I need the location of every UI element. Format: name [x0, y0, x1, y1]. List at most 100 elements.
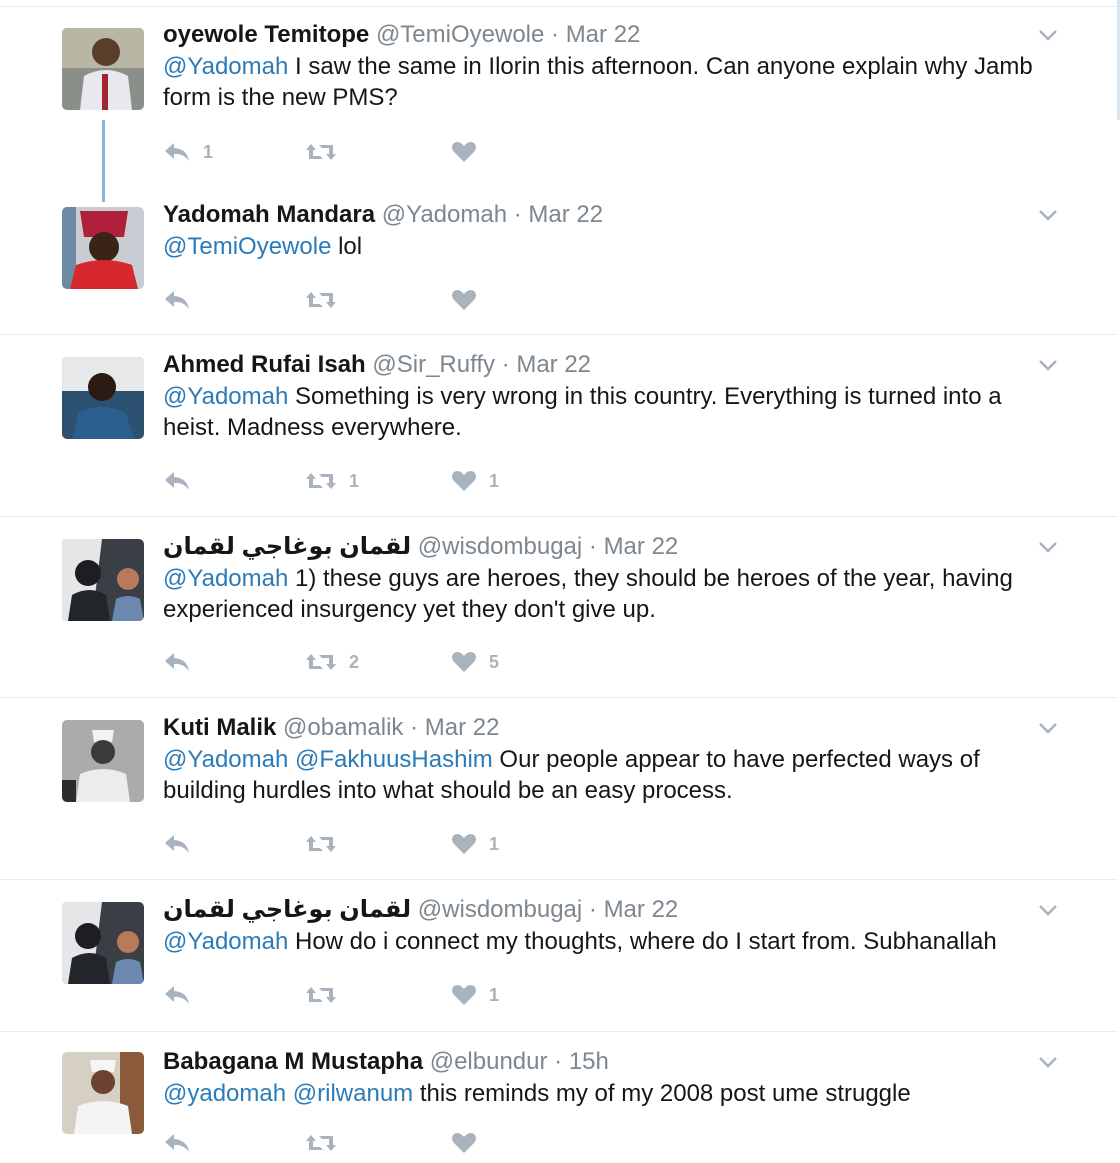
retweet-button[interactable] [305, 980, 349, 1010]
retweet-button[interactable] [305, 829, 349, 859]
author-handle[interactable]: @Sir_Ruffy [372, 351, 495, 378]
author-name[interactable]: لقمان بوغاجي لقمان [163, 533, 411, 560]
tweet-body: I saw the same in Ilorin this afternoon.… [163, 53, 1033, 111]
tweet-content: Babagana M Mustapha @elbundur · 15h @yad… [163, 1047, 1047, 1109]
author-name[interactable]: Kuti Malik [163, 714, 276, 741]
author-name[interactable]: oyewole Temitope [163, 21, 369, 48]
chevron-down-icon[interactable] [1037, 536, 1059, 558]
tweet-actions: 1 [163, 829, 563, 859]
author-handle[interactable]: @wisdombugaj [418, 533, 582, 560]
like-button[interactable]: 1 [451, 980, 499, 1010]
tweet-time[interactable]: · Mar 22 [551, 21, 640, 48]
mention-link[interactable]: @Yadomah [163, 383, 288, 410]
tweet-header: Kuti Malik @obamalik · Mar 22 [163, 713, 1047, 743]
author-name[interactable]: Babagana M Mustapha [163, 1048, 423, 1075]
avatar[interactable] [62, 1052, 144, 1134]
tweet-body: this reminds my of my 2008 post ume stru… [413, 1080, 911, 1107]
heart-icon [452, 985, 476, 1005]
tweet[interactable]: Babagana M Mustapha @elbundur · 15h @yad… [0, 1032, 1117, 1163]
chevron-down-icon[interactable] [1037, 24, 1059, 46]
tweet[interactable]: لقمان بوغاجي لقمان @wisdombugaj · Mar 22… [0, 517, 1117, 698]
avatar[interactable] [62, 902, 144, 984]
like-button[interactable]: 1 [451, 466, 499, 496]
author-handle[interactable]: @elbundur [430, 1048, 548, 1075]
reply-button[interactable] [163, 980, 203, 1010]
reply-icon [165, 291, 189, 309]
retweet-button[interactable] [305, 1128, 349, 1158]
tweet-text: @Yadomah 1) these guys are heroes, they … [163, 563, 1047, 625]
heart-icon [452, 471, 476, 491]
mention-link[interactable]: @Yadomah [163, 928, 288, 955]
tweet-time[interactable]: · Mar 22 [514, 201, 603, 228]
reply-icon [165, 653, 189, 671]
author-handle[interactable]: @obamalik [283, 714, 403, 741]
tweet-header: Babagana M Mustapha @elbundur · 15h [163, 1047, 1047, 1077]
tweet[interactable]: oyewole Temitope @TemiOyewole · Mar 22 @… [0, 0, 1117, 202]
retweet-button[interactable]: 1 [305, 466, 359, 496]
retweet-icon [306, 987, 336, 1003]
tweet-text: @Yadomah Something is very wrong in this… [163, 381, 1047, 443]
tweet-header: لقمان بوغاجي لقمان @wisdombugaj · Mar 22 [163, 895, 1047, 925]
like-button[interactable] [451, 285, 489, 315]
mention-link[interactable]: @Yadomah [163, 53, 288, 80]
heart-icon [452, 834, 476, 854]
author-handle[interactable]: @wisdombugaj [418, 896, 582, 923]
tweet-actions: 2 5 [163, 647, 563, 677]
tweet-time[interactable]: · 15h [554, 1048, 609, 1075]
author-name[interactable]: لقمان بوغاجي لقمان [163, 896, 411, 923]
like-button[interactable]: 1 [451, 829, 499, 859]
mention-link[interactable]: @Yadomah [163, 565, 288, 592]
reply-button[interactable] [163, 466, 203, 496]
author-name[interactable]: Ahmed Rufai Isah [163, 351, 366, 378]
tweet[interactable]: لقمان بوغاجي لقمان @wisdombugaj · Mar 22… [0, 880, 1117, 1032]
author-handle[interactable]: @TemiOyewole [376, 21, 544, 48]
author-name[interactable]: Yadomah Mandara [163, 201, 375, 228]
like-button[interactable]: 5 [451, 647, 499, 677]
retweet-button[interactable] [305, 137, 349, 167]
author-handle[interactable]: @Yadomah [382, 201, 507, 228]
mention-link[interactable]: @rilwanum [293, 1080, 413, 1107]
like-count: 5 [489, 651, 500, 672]
tweet-actions: 1 [163, 980, 563, 1010]
reply-count: 1 [203, 141, 214, 162]
retweet-button[interactable] [305, 285, 349, 315]
tweet[interactable]: Kuti Malik @obamalik · Mar 22 @Yadomah @… [0, 698, 1117, 880]
retweet-button[interactable]: 2 [305, 647, 359, 677]
chevron-down-icon[interactable] [1037, 717, 1059, 739]
reply-button[interactable] [163, 829, 203, 859]
chevron-down-icon[interactable] [1037, 354, 1059, 376]
tweet[interactable]: Yadomah Mandara @Yadomah · Mar 22 @TemiO… [0, 185, 1117, 335]
reply-button[interactable] [163, 1128, 203, 1158]
tweet-content: لقمان بوغاجي لقمان @wisdombugaj · Mar 22… [163, 532, 1047, 625]
mention-link[interactable]: @TemiOyewole [163, 233, 331, 260]
tweet-actions [163, 285, 563, 315]
like-button[interactable] [451, 1128, 489, 1158]
reply-button[interactable]: 1 [163, 137, 213, 167]
tweet-time[interactable]: · Mar 22 [589, 533, 678, 560]
tweet-time[interactable]: · Mar 22 [410, 714, 499, 741]
reply-button[interactable] [163, 647, 203, 677]
reply-icon [165, 835, 189, 853]
tweet-content: لقمان بوغاجي لقمان @wisdombugaj · Mar 22… [163, 895, 1047, 957]
avatar[interactable] [62, 207, 144, 289]
mention-link[interactable]: @yadomah [163, 1080, 286, 1107]
mention-link[interactable]: @Yadomah [163, 746, 288, 773]
avatar[interactable] [62, 28, 144, 110]
chevron-down-icon[interactable] [1037, 899, 1059, 921]
like-button[interactable] [451, 137, 489, 167]
chevron-down-icon[interactable] [1037, 204, 1059, 226]
avatar[interactable] [62, 539, 144, 621]
heart-icon [452, 142, 476, 162]
chevron-down-icon[interactable] [1037, 1051, 1059, 1073]
mention-link[interactable]: @FakhuusHashim [295, 746, 493, 773]
tweet-body: lol [331, 233, 363, 260]
avatar[interactable] [62, 357, 144, 439]
retweet-icon [306, 654, 336, 670]
tweet[interactable]: Ahmed Rufai Isah @Sir_Ruffy · Mar 22 @Ya… [0, 335, 1117, 517]
tweet-time[interactable]: · Mar 22 [502, 351, 591, 378]
tweet-header: Ahmed Rufai Isah @Sir_Ruffy · Mar 22 [163, 350, 1047, 380]
tweet-time[interactable]: · Mar 22 [589, 896, 678, 923]
reply-button[interactable] [163, 285, 203, 315]
avatar[interactable] [62, 720, 144, 802]
retweet-icon [306, 836, 336, 852]
